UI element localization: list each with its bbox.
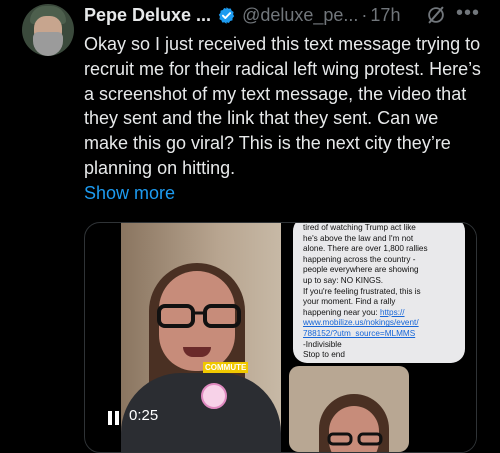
video-person-glasses: [157, 304, 241, 328]
message-link: https://: [379, 307, 405, 317]
message-text: happening near you:: [303, 307, 378, 317]
tweet-text: Okay so I just received this text messag…: [84, 34, 481, 178]
grok-icon[interactable]: [425, 4, 447, 26]
video-caption: COMMUTE: [203, 362, 249, 373]
thumbnail-glasses: [327, 432, 383, 446]
text-message-bubble: tired of watching Trump act like he's ab…: [293, 223, 465, 363]
show-more-link[interactable]: Show more: [84, 183, 175, 204]
separator-dot: ·: [361, 4, 368, 25]
author-name[interactable]: Pepe Deluxe ...: [84, 5, 211, 26]
message-line: your moment. Find a rally: [303, 297, 396, 307]
message-link: www.mobilize.us/nokings/event/: [303, 318, 419, 328]
message-link: 788152/?utm_source=MLMMS: [303, 328, 416, 338]
verified-badge-icon: [218, 6, 235, 24]
message-line: happening across the country -: [303, 254, 416, 264]
timestamp[interactable]: 17h: [370, 5, 400, 26]
message-line: tired of watching Trump act like: [303, 223, 416, 232]
media-video[interactable]: COMMUTE 0:25 tired of watching Trump act…: [84, 222, 477, 453]
video-thumbnail: [289, 366, 409, 452]
message-line: If you're feeling frustrated, this is: [303, 286, 421, 296]
message-line: he's above the law and I'm not: [303, 233, 414, 243]
message-line: people everywhere are showing: [303, 265, 419, 275]
message-line: Stop to end: [303, 350, 345, 360]
avatar[interactable]: [22, 4, 74, 56]
message-line: up to say: NO KINGS.: [303, 275, 384, 285]
avatar-beard: [33, 32, 63, 56]
video-duration: 0:25: [129, 407, 159, 424]
shirt-pin: [201, 383, 227, 409]
message-line: -Indivisible: [303, 339, 342, 349]
tweet-header: Pepe Deluxe ... @deluxe_pe... · 17h: [84, 2, 400, 28]
message-line: alone. There are over 1,800 rallies: [303, 244, 428, 254]
more-options-icon[interactable]: •••: [456, 2, 480, 25]
message-screenshot: tired of watching Trump act like he's ab…: [281, 223, 476, 452]
author-handle[interactable]: @deluxe_pe...: [242, 5, 358, 26]
message-line: happening near you: https://: [303, 308, 455, 319]
pause-icon[interactable]: [107, 411, 121, 425]
